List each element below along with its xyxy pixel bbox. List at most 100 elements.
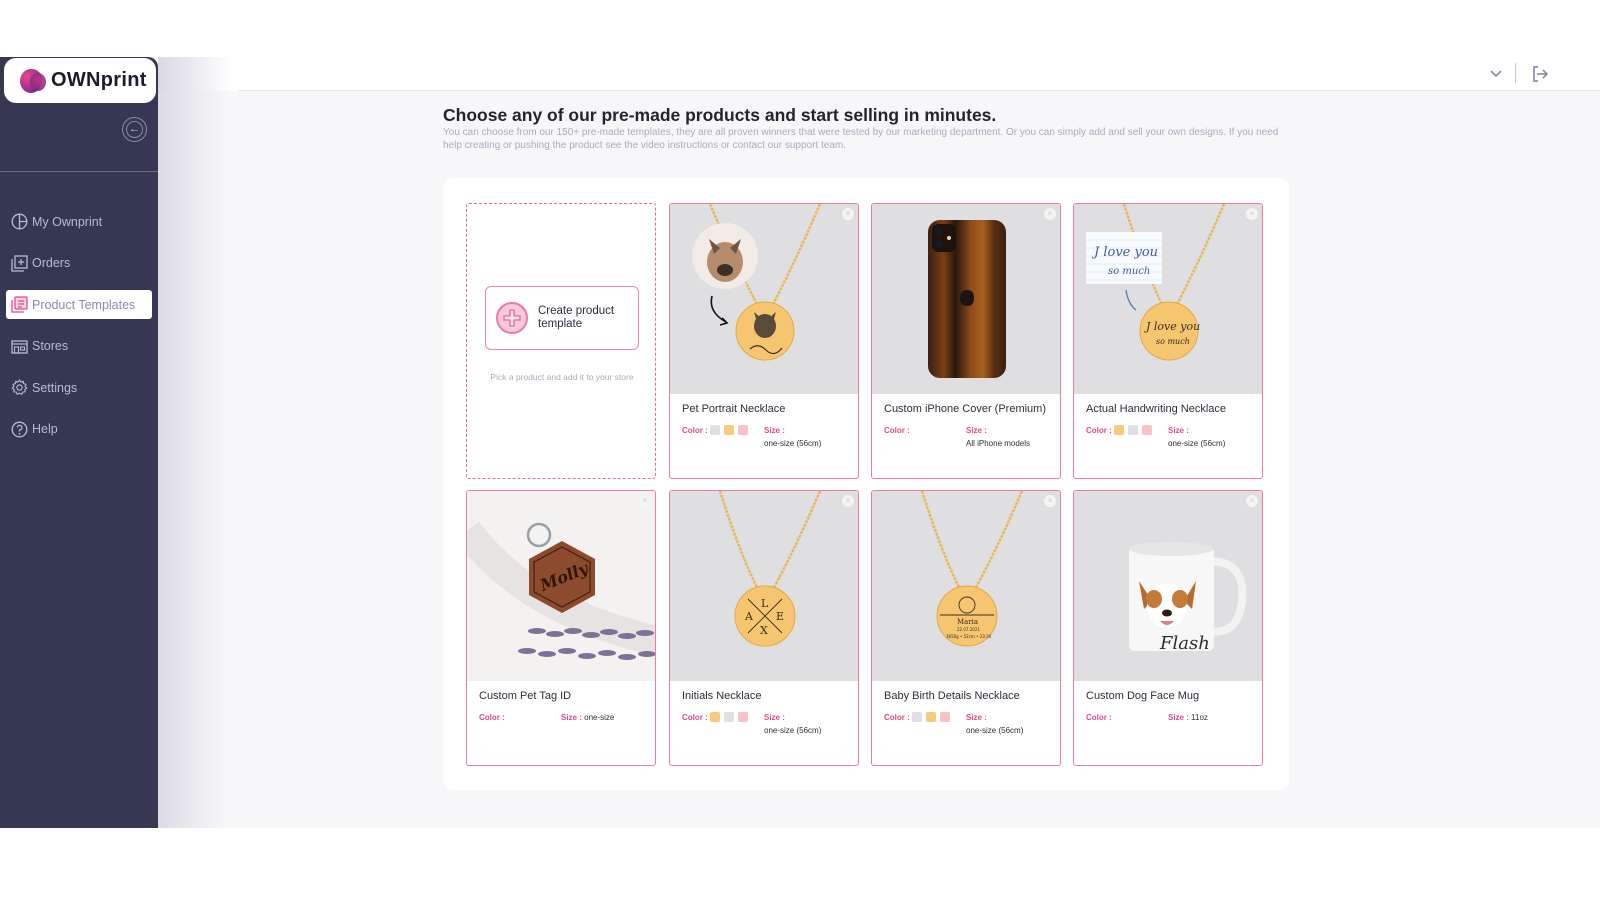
svg-text:E: E — [776, 610, 784, 623]
color-swatch[interactable] — [710, 425, 720, 435]
color-swatch[interactable] — [724, 425, 734, 435]
plus-icon — [496, 302, 528, 334]
brand-name: OWNprint — [51, 69, 147, 91]
sidebar-item-label: Orders — [32, 256, 71, 270]
product-image: L A E X × — [670, 491, 858, 681]
product-name: Pet Portrait Necklace — [682, 403, 786, 415]
size-value: one-size (56cm) — [764, 726, 822, 735]
sidebar-item-help[interactable]: Help — [6, 415, 152, 444]
product-card[interactable]: L A E X × Initials Necklace Color : Size… — [669, 490, 859, 766]
product-image: × — [670, 204, 858, 394]
color-swatches — [912, 712, 950, 722]
size-label: Size : one-size — [561, 713, 615, 722]
account-dropdown-chevron-down-icon[interactable] — [1488, 66, 1504, 82]
logo[interactable]: OWNprint — [4, 58, 156, 103]
store-icon — [10, 337, 28, 355]
size-label: Size : — [966, 713, 987, 722]
color-swatch[interactable] — [724, 712, 734, 722]
product-card[interactable]: × Custom iPhone Cover (Premium) Color : … — [871, 203, 1061, 479]
topbar-divider — [1515, 63, 1516, 83]
ownprint-logo-icon — [18, 67, 48, 95]
pie-chart-icon — [10, 213, 28, 231]
product-image: J love you so much J love you so much × — [1074, 204, 1262, 394]
color-label: Color : — [884, 713, 910, 722]
product-image: × — [872, 204, 1060, 394]
sidebar-divider — [0, 171, 158, 172]
sidebar-item-product-templates[interactable]: Product Templates — [6, 290, 152, 319]
size-label: Size : — [764, 713, 785, 722]
page-description: You can choose from our 150+ pre-made te… — [443, 127, 1279, 151]
product-card[interactable]: Flash × Custom Dog Face Mug Color : Size… — [1073, 490, 1263, 766]
svg-text:Flash: Flash — [1159, 633, 1210, 654]
product-card[interactable]: Molly × Custom Pet Tag ID Color : Size :… — [466, 490, 656, 766]
product-card[interactable]: × Pet Portrait Necklace Color : Size : o… — [669, 203, 859, 479]
create-product-template-button[interactable]: Create product template — [485, 286, 639, 350]
top-bar — [158, 57, 1600, 91]
create-hint: Pick a product and add it to your store — [490, 372, 634, 382]
product-name: Custom iPhone Cover (Premium) — [884, 403, 1046, 415]
sidebar-item-label: Stores — [32, 339, 69, 353]
svg-text:X: X — [760, 624, 768, 637]
product-image: Molly × — [467, 491, 655, 681]
sidebar-item-my-ownprint[interactable]: My Ownprint — [6, 207, 152, 236]
remove-icon[interactable]: × — [1044, 208, 1056, 220]
svg-text:J love you: J love you — [1091, 245, 1158, 260]
color-swatch[interactable] — [1142, 425, 1152, 435]
svg-text:so much: so much — [1108, 266, 1150, 277]
svg-text:J love you: J love you — [1144, 320, 1200, 333]
color-swatch[interactable] — [738, 425, 748, 435]
color-swatches — [710, 425, 748, 435]
svg-text:A: A — [744, 610, 754, 623]
page-title: Choose any of our pre-made products and … — [443, 105, 997, 125]
product-name: Actual Handwriting Necklace — [1086, 403, 1227, 415]
size-label: Size : — [764, 426, 785, 435]
color-label: Color : — [479, 713, 505, 722]
create-template-card: Create product template Pick a product a… — [466, 203, 656, 479]
remove-icon[interactable]: × — [842, 495, 854, 507]
color-label: Color : — [682, 426, 708, 435]
sidebar-item-orders[interactable]: Orders — [6, 249, 152, 278]
sidebar-item-settings[interactable]: Settings — [6, 373, 152, 402]
arrow-left-icon: ← — [126, 121, 143, 138]
size-label: Size : 11oz — [1168, 713, 1208, 722]
remove-icon[interactable]: × — [1044, 495, 1056, 507]
product-card[interactable]: Maria 22.07.2021 3650g • 52cm • 23:30 × … — [871, 490, 1061, 766]
remove-icon[interactable]: × — [639, 495, 651, 507]
gear-icon — [10, 379, 28, 397]
size-label: Size : — [1168, 426, 1189, 435]
color-swatch[interactable] — [1114, 425, 1124, 435]
color-swatch[interactable] — [738, 712, 748, 722]
sidebar-item-stores[interactable]: Stores — [6, 332, 152, 361]
svg-text:Maria: Maria — [957, 618, 978, 626]
color-label: Color : — [1086, 713, 1112, 722]
templates-icon — [10, 296, 28, 314]
product-name: Custom Pet Tag ID — [479, 690, 572, 702]
remove-icon[interactable]: × — [842, 208, 854, 220]
svg-text:L: L — [761, 597, 769, 610]
color-swatch[interactable] — [926, 712, 936, 722]
size-label: Size : — [966, 426, 987, 435]
color-swatch[interactable] — [912, 712, 922, 722]
product-image: Flash × — [1074, 491, 1262, 681]
color-swatches — [710, 712, 748, 722]
product-name: Initials Necklace — [682, 690, 762, 702]
product-name: Baby Birth Details Necklace — [884, 690, 1020, 702]
size-value: one-size — [584, 713, 615, 722]
product-name: Custom Dog Face Mug — [1086, 690, 1200, 702]
sidebar-item-label: My Ownprint — [32, 214, 103, 229]
product-image: Maria 22.07.2021 3650g • 52cm • 23:30 × — [872, 491, 1060, 681]
help-icon — [10, 420, 28, 438]
remove-icon[interactable]: × — [1246, 495, 1258, 507]
size-value: one-size (56cm) — [966, 726, 1024, 735]
create-button-label: Create product template — [538, 305, 615, 330]
color-swatch[interactable] — [710, 712, 720, 722]
product-card[interactable]: J love you so much J love you so much × … — [1073, 203, 1263, 479]
color-swatch[interactable] — [1128, 425, 1138, 435]
color-swatch[interactable] — [940, 712, 950, 722]
sidebar-nav: My Ownprint Orders Product Templates Sto… — [6, 207, 152, 456]
sidebar-item-label: Settings — [32, 380, 78, 395]
remove-icon[interactable]: × — [1246, 208, 1258, 220]
svg-text:so much: so much — [1156, 337, 1190, 346]
collapse-sidebar-button[interactable]: ← — [122, 117, 147, 142]
logout-icon[interactable] — [1530, 64, 1550, 84]
